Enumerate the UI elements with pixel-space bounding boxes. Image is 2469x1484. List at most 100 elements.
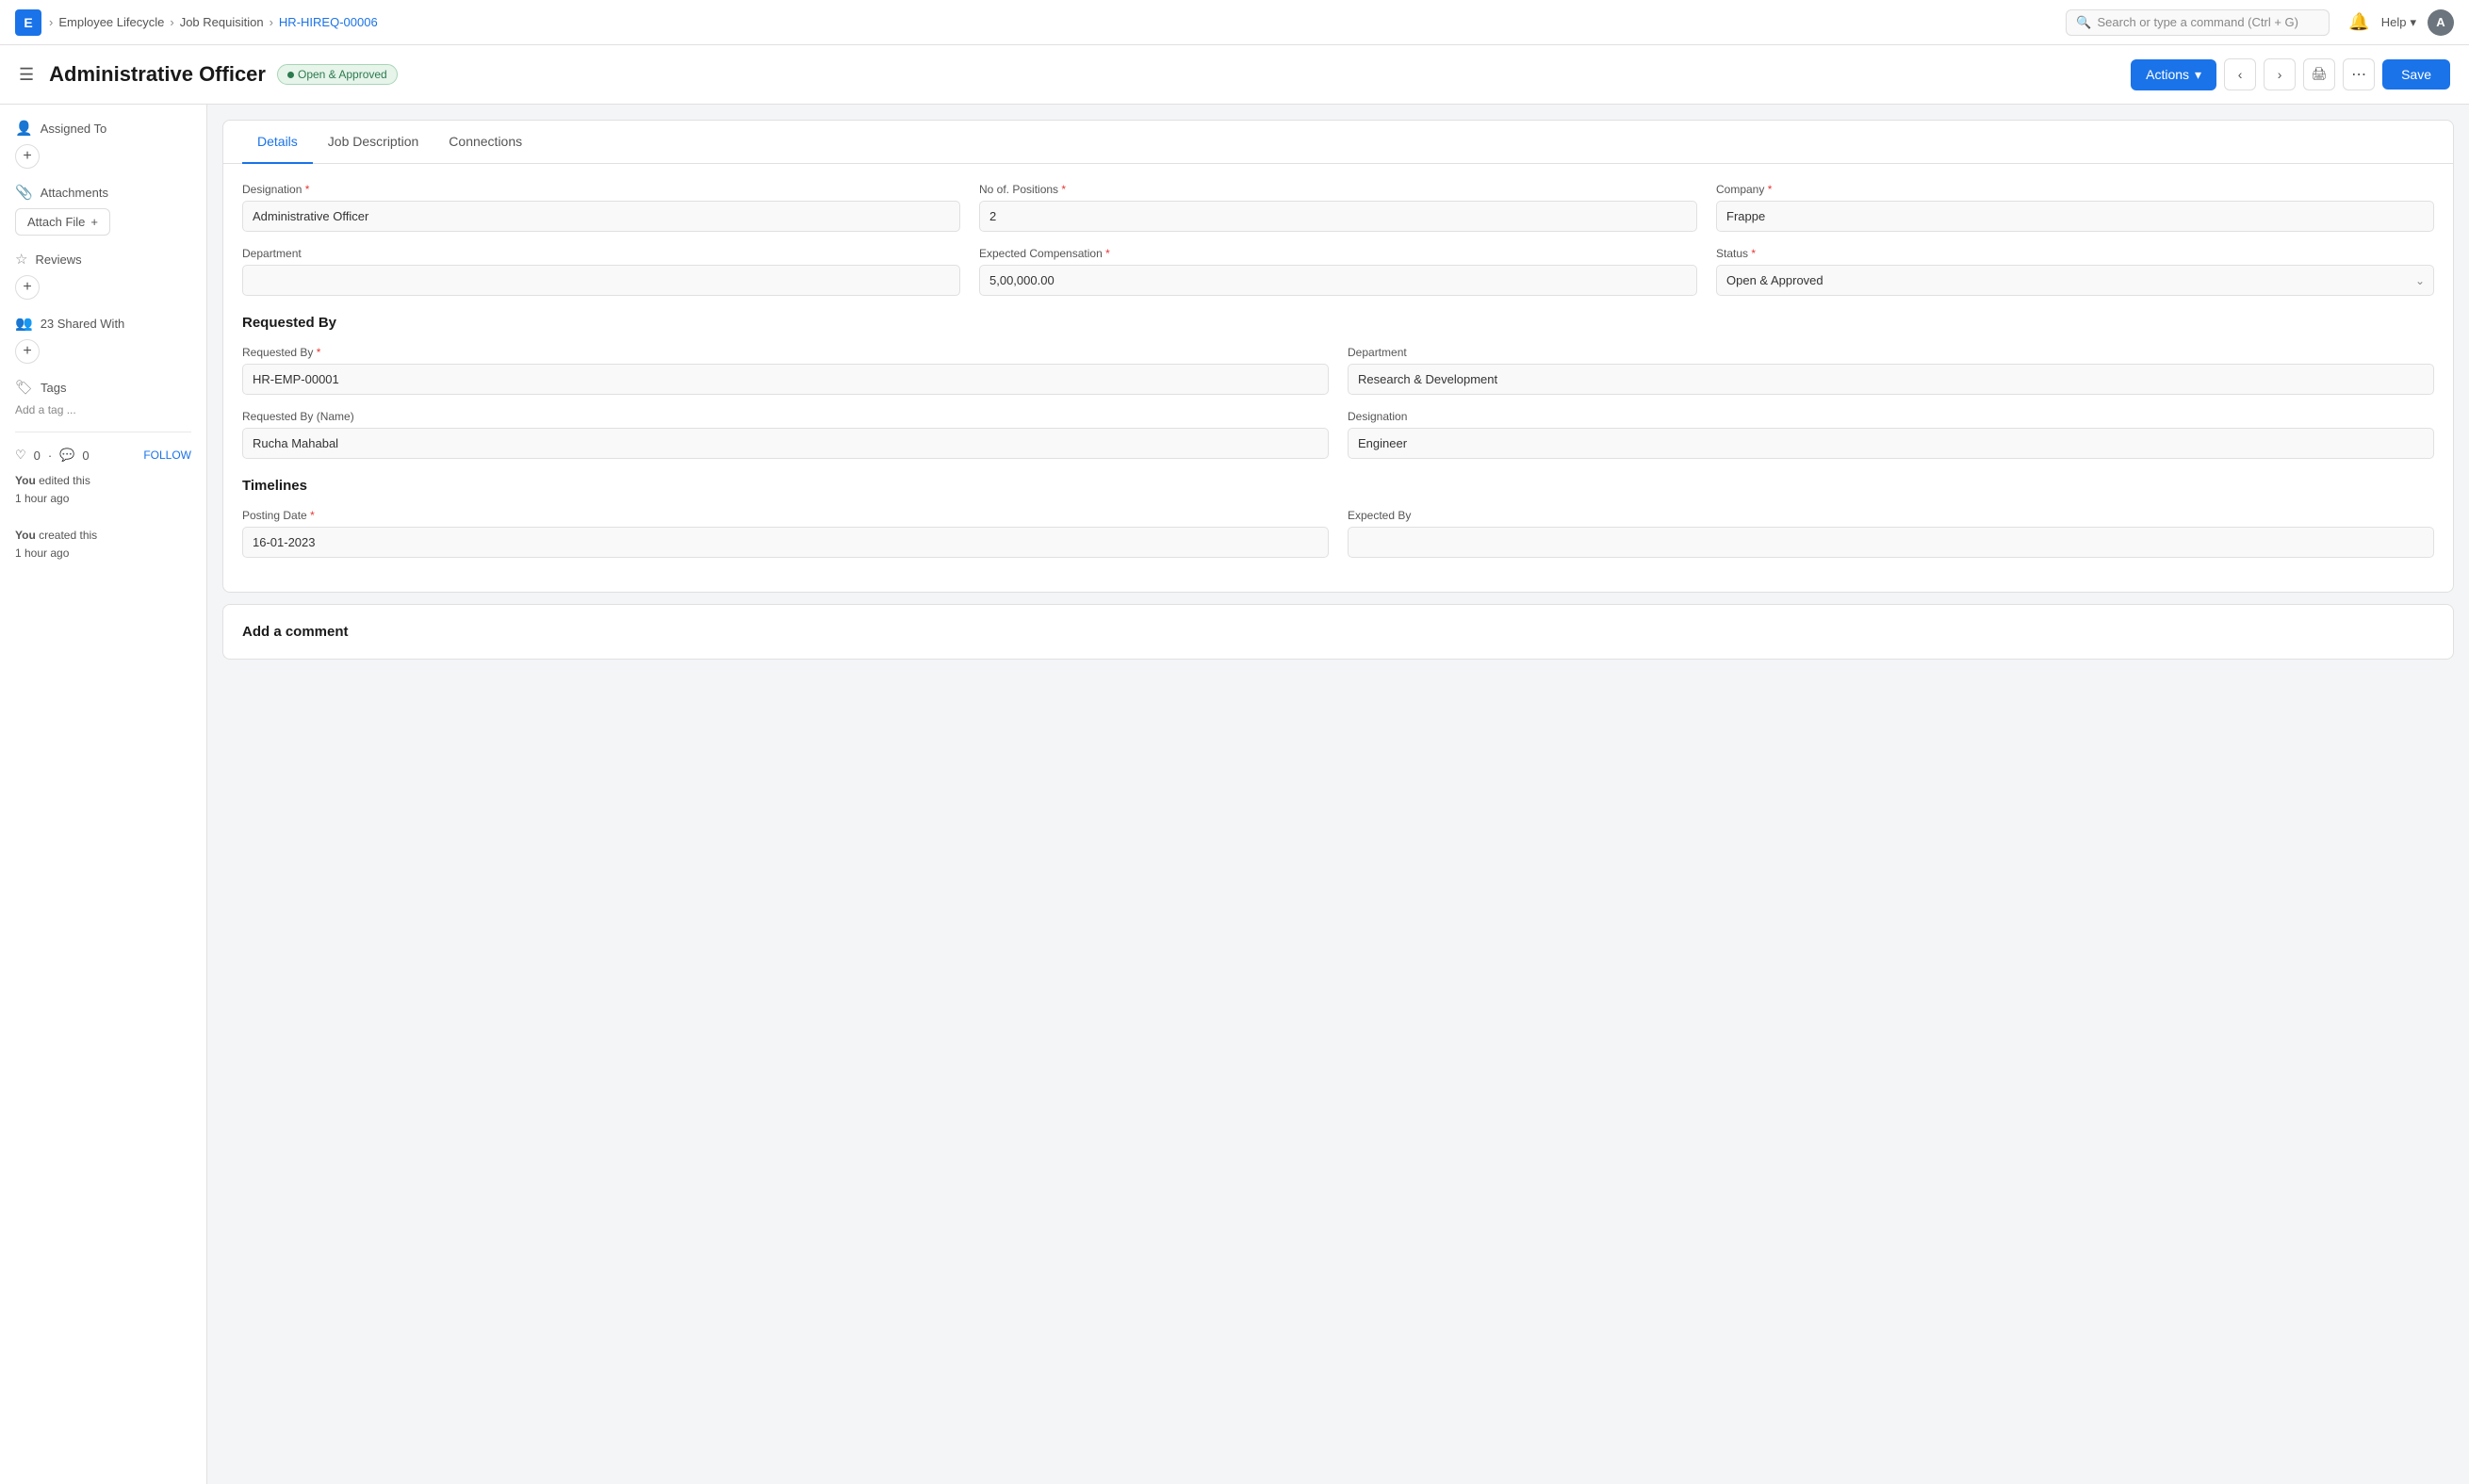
form-row-3: Requested By * Department (242, 346, 2434, 395)
form-row-2: Department Expected Compensation * Statu… (242, 247, 2434, 296)
posting-date-input[interactable] (242, 527, 1329, 558)
tab-job-description[interactable]: Job Description (313, 121, 434, 164)
star-icon: ☆ (15, 251, 27, 268)
reviews-label: Reviews (35, 253, 81, 267)
activity-time-2: 1 hour ago (15, 546, 69, 560)
help-button[interactable]: Help ▾ (2381, 15, 2416, 30)
add-tag-link[interactable]: Add a tag ... (15, 403, 76, 416)
activity-time-1: 1 hour ago (15, 492, 69, 505)
required-marker: * (1751, 247, 1756, 260)
expected-compensation-label: Expected Compensation * (979, 247, 1697, 260)
company-field: Company * (1716, 183, 2434, 232)
search-icon: 🔍 (2076, 15, 2091, 30)
actions-button[interactable]: Actions ▾ (2131, 59, 2216, 90)
expected-by-label: Expected By (1348, 509, 2434, 522)
tags-label: Tags (41, 381, 66, 395)
department-input[interactable] (242, 265, 960, 296)
heart-icon[interactable]: ♡ (15, 448, 26, 463)
assigned-to-section: 👤 Assigned To + (15, 120, 191, 169)
expected-by-field: Expected By (1348, 509, 2434, 558)
req-designation-label: Designation (1348, 410, 2434, 423)
required-marker: * (1105, 247, 1110, 260)
req-designation-input[interactable] (1348, 428, 2434, 459)
expected-compensation-field: Expected Compensation * (979, 247, 1697, 296)
chevron-right-icon: › (49, 15, 53, 29)
requested-by-name-field: Requested By (Name) (242, 410, 1329, 459)
req-department-field: Department (1348, 346, 2434, 395)
comment-heading: Add a comment (242, 624, 2434, 640)
activity-log: You edited this 1 hour ago You created t… (15, 472, 191, 563)
save-button[interactable]: Save (2382, 59, 2450, 90)
posting-date-label: Posting Date * (242, 509, 1329, 522)
page-header: ☰ Administrative Officer Open & Approved… (0, 45, 2469, 105)
requested-by-input[interactable] (242, 364, 1329, 395)
posting-date-field: Posting Date * (242, 509, 1329, 558)
print-button[interactable]: 🖨 (2303, 58, 2335, 90)
expected-by-input[interactable] (1348, 527, 2434, 558)
add-shared-button[interactable]: + (15, 339, 40, 364)
requested-by-section-heading: Requested By (242, 311, 2434, 331)
notification-bell-icon[interactable]: 🔔 (2348, 12, 2369, 32)
status-select[interactable]: Open & Approved (1716, 265, 2434, 296)
attach-file-button[interactable]: Attach File + (15, 208, 110, 236)
prev-button[interactable]: ‹ (2224, 58, 2256, 90)
page-title: Administrative Officer (49, 62, 266, 87)
required-marker: * (317, 346, 321, 359)
form-row-1: Designation * No of. Positions * (242, 183, 2434, 232)
content-area: Details Job Description Connections Desi… (207, 105, 2469, 1484)
company-input[interactable] (1716, 201, 2434, 232)
requested-by-label: Requested By * (242, 346, 1329, 359)
attachments-label: Attachments (41, 186, 108, 200)
no-positions-input[interactable] (979, 201, 1697, 232)
dot-separator: · (48, 448, 52, 463)
tab-bar: Details Job Description Connections (223, 121, 2453, 164)
next-button[interactable]: › (2264, 58, 2296, 90)
breadcrumb-current: HR-HIREQ-00006 (279, 15, 378, 29)
designation-label: Designation * (242, 183, 960, 196)
req-department-input[interactable] (1348, 364, 2434, 395)
required-marker: * (1061, 183, 1066, 196)
status-dot (287, 72, 294, 78)
chevron-down-icon: ▾ (2410, 15, 2416, 30)
breadcrumb: › Employee Lifecycle › Job Requisition ›… (49, 15, 378, 29)
tab-details[interactable]: Details (242, 121, 313, 164)
search-placeholder: Search or type a command (Ctrl + G) (2097, 15, 2298, 29)
avatar[interactable]: A (2428, 9, 2454, 36)
chevron-right-icon: › (270, 15, 273, 29)
activity-item: You created this 1 hour ago (15, 527, 191, 563)
hamburger-icon[interactable]: ☰ (19, 65, 34, 85)
company-label: Company * (1716, 183, 2434, 196)
comment-icon[interactable]: 💬 (59, 448, 74, 463)
requested-by-name-label: Requested By (Name) (242, 410, 1329, 423)
add-assigned-button[interactable]: + (15, 144, 40, 169)
plus-icon: + (90, 215, 98, 229)
department-label: Department (242, 247, 960, 260)
header-actions: Actions ▾ ‹ › 🖨 ⋯ Save (2131, 58, 2450, 90)
tab-connections[interactable]: Connections (433, 121, 537, 164)
add-review-button[interactable]: + (15, 275, 40, 300)
status-field: Status * Open & Approved ⌄ (1716, 247, 2434, 296)
chevron-right-icon: › (170, 15, 173, 29)
requested-by-name-input[interactable] (242, 428, 1329, 459)
breadcrumb-employee-lifecycle[interactable]: Employee Lifecycle (58, 15, 164, 29)
form-row-5: Posting Date * Expected By (242, 509, 2434, 558)
activity-actor-1: You (15, 474, 36, 487)
attachments-section: 📎 Attachments Attach File + (15, 184, 191, 236)
main-layout: 👤 Assigned To + 📎 Attachments Attach Fil… (0, 105, 2469, 1484)
no-positions-field: No of. Positions * (979, 183, 1697, 232)
required-marker: * (1768, 183, 1773, 196)
follow-button[interactable]: FOLLOW (143, 448, 191, 462)
reviews-section: ☆ Reviews + (15, 251, 191, 300)
expected-compensation-input[interactable] (979, 265, 1697, 296)
designation-input[interactable] (242, 201, 960, 232)
sidebar: 👤 Assigned To + 📎 Attachments Attach Fil… (0, 105, 207, 1484)
breadcrumb-job-requisition[interactable]: Job Requisition (180, 15, 264, 29)
more-options-button[interactable]: ⋯ (2343, 58, 2375, 90)
people-icon: 👥 (15, 315, 33, 332)
person-icon: 👤 (15, 120, 33, 137)
form-row-4: Requested By (Name) Designation (242, 410, 2434, 459)
activity-action-2: created this (39, 529, 97, 542)
status-label: Open & Approved (298, 68, 387, 81)
search-bar[interactable]: 🔍 Search or type a command (Ctrl + G) (2066, 9, 2330, 36)
requested-by-field: Requested By * (242, 346, 1329, 395)
